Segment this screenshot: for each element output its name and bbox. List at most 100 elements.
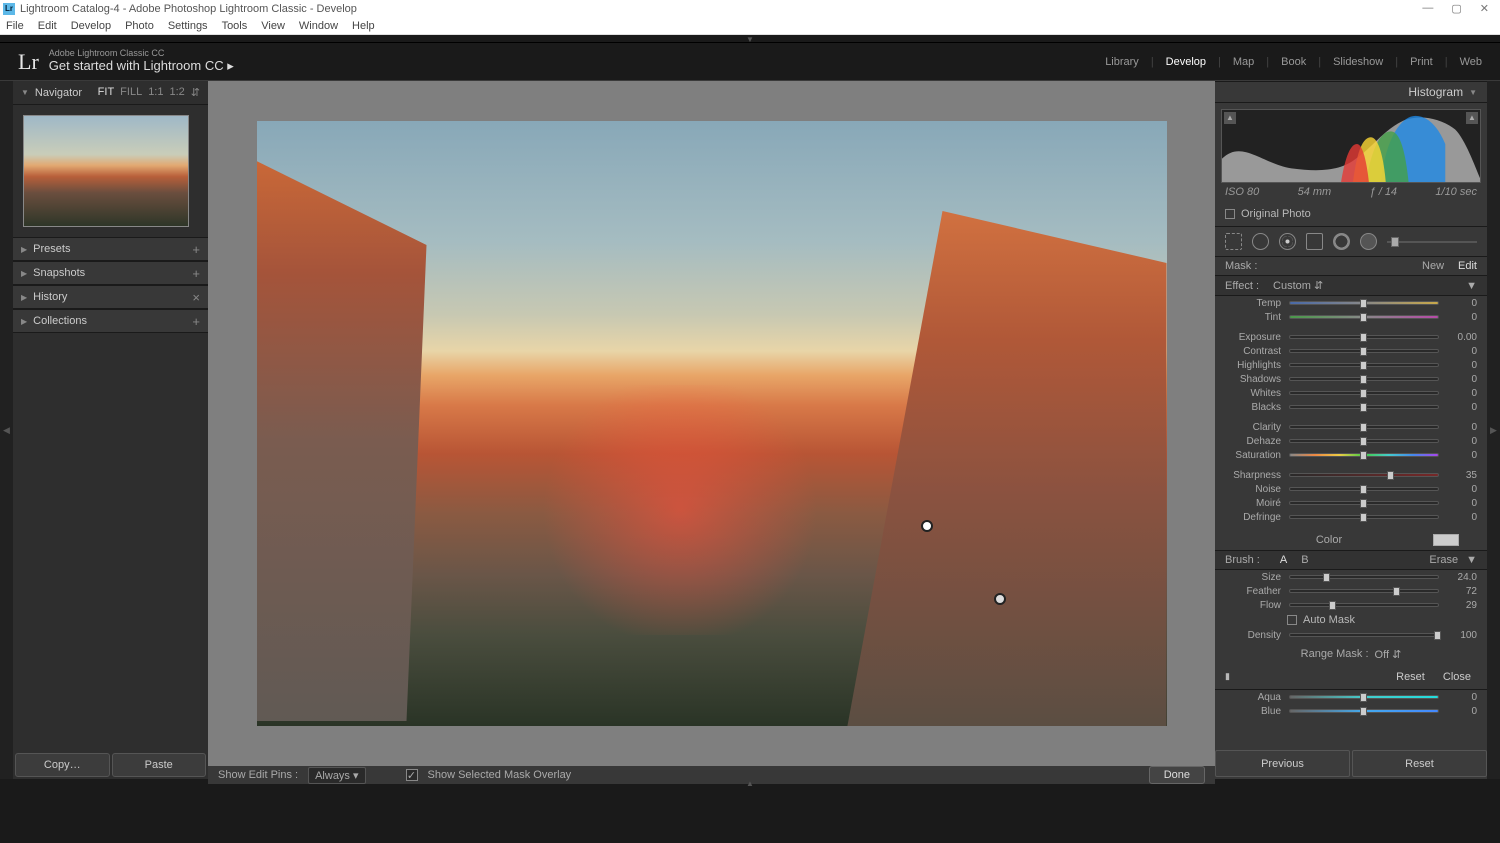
paste-button[interactable]: Paste xyxy=(112,753,207,777)
navigator-header[interactable]: ▼ Navigator FIT FILL 1:1 1:2 ⇵ xyxy=(13,81,208,105)
slider-value[interactable]: 0 xyxy=(1447,388,1477,399)
slider-track[interactable] xyxy=(1289,335,1439,339)
slider-value[interactable]: 35 xyxy=(1447,470,1477,481)
slider-track[interactable] xyxy=(1289,363,1439,367)
panel-snapshots[interactable]: ▶Snapshots+ xyxy=(13,261,208,285)
done-button[interactable]: Done xyxy=(1149,766,1205,784)
slider-track[interactable] xyxy=(1289,709,1439,713)
slider-value[interactable]: 0 xyxy=(1447,346,1477,357)
menu-photo[interactable]: Photo xyxy=(125,20,154,32)
slider-value[interactable]: 0 xyxy=(1447,706,1477,717)
automask-checkbox[interactable] xyxy=(1287,615,1297,625)
slider-value[interactable]: 0 xyxy=(1447,298,1477,309)
overlay-checkbox[interactable]: ✓ xyxy=(406,769,418,781)
panel-presets[interactable]: ▶Presets+ xyxy=(13,237,208,261)
slider-value[interactable]: 0 xyxy=(1447,450,1477,461)
crop-tool-icon[interactable] xyxy=(1225,233,1242,250)
original-toggle[interactable] xyxy=(1225,209,1235,219)
slider-track[interactable] xyxy=(1289,349,1439,353)
slider-value[interactable]: 29 xyxy=(1447,600,1477,611)
reset-button[interactable]: Reset xyxy=(1352,750,1487,777)
slider-value[interactable]: 72 xyxy=(1447,586,1477,597)
panel-history[interactable]: ▶History× xyxy=(13,285,208,309)
panel-action[interactable]: + xyxy=(192,242,200,257)
slider-value[interactable]: 0 xyxy=(1447,498,1477,509)
previous-button[interactable]: Previous xyxy=(1215,750,1350,777)
menu-edit[interactable]: Edit xyxy=(38,20,57,32)
left-panel-toggle[interactable]: ◀ xyxy=(0,81,13,779)
module-map[interactable]: Map xyxy=(1233,56,1254,68)
brush-close[interactable]: Close xyxy=(1437,671,1477,683)
mask-new[interactable]: New xyxy=(1422,260,1444,272)
minimize-button[interactable]: — xyxy=(1422,2,1433,15)
panel-action[interactable]: × xyxy=(192,290,200,305)
slider-value[interactable]: 0 xyxy=(1447,436,1477,447)
slider-value[interactable]: 0 xyxy=(1447,512,1477,523)
nav-fit[interactable]: FIT xyxy=(98,86,115,99)
slider-value[interactable]: 0 xyxy=(1447,374,1477,385)
slider-track[interactable] xyxy=(1289,589,1439,593)
panel-toggle-icon[interactable]: ▼ xyxy=(1466,554,1477,566)
photo-preview[interactable] xyxy=(257,121,1167,726)
slider-track[interactable] xyxy=(1289,473,1439,477)
slider-track[interactable] xyxy=(1289,575,1439,579)
module-slideshow[interactable]: Slideshow xyxy=(1333,56,1383,68)
effect-select[interactable]: Custom ⇵ xyxy=(1273,279,1323,292)
filmstrip-toggle-top[interactable]: ▼ xyxy=(0,35,1500,42)
gradient-tool-icon[interactable] xyxy=(1306,233,1323,250)
brush-tool-icon[interactable] xyxy=(1360,233,1377,250)
slider-track[interactable] xyxy=(1289,487,1439,491)
brush-b[interactable]: B xyxy=(1301,554,1308,566)
panel-action[interactable]: + xyxy=(192,266,200,281)
disclosure-icon[interactable]: ▼ xyxy=(1469,88,1477,97)
menu-settings[interactable]: Settings xyxy=(168,20,208,32)
slider-track[interactable] xyxy=(1289,439,1439,443)
radial-tool-icon[interactable] xyxy=(1333,233,1350,250)
slider-track[interactable] xyxy=(1289,315,1439,319)
slider-value[interactable]: 0.00 xyxy=(1447,332,1477,343)
nav-ratio-picker[interactable]: ⇵ xyxy=(191,86,200,99)
slider-track[interactable] xyxy=(1289,377,1439,381)
slider-value[interactable]: 0 xyxy=(1447,692,1477,703)
shadow-clip-icon[interactable]: ▲ xyxy=(1224,112,1236,124)
mask-edit[interactable]: Edit xyxy=(1458,260,1477,272)
navigator-preview[interactable] xyxy=(13,105,208,237)
slider-track[interactable] xyxy=(1289,501,1439,505)
slider-track[interactable] xyxy=(1289,391,1439,395)
menu-window[interactable]: Window xyxy=(299,20,338,32)
copy-button[interactable]: Copy… xyxy=(15,753,110,777)
slider-track[interactable] xyxy=(1289,405,1439,409)
adjustment-pin[interactable] xyxy=(921,520,933,532)
slider-track[interactable] xyxy=(1289,453,1439,457)
slider-track[interactable] xyxy=(1289,515,1439,519)
slider-track[interactable] xyxy=(1289,425,1439,429)
slider-value[interactable]: 24.0 xyxy=(1447,572,1477,583)
show-pins-select[interactable]: Always ▾ xyxy=(308,767,365,784)
panel-toggle-icon[interactable]: ▼ xyxy=(1466,280,1477,292)
slider-value[interactable]: 0 xyxy=(1447,360,1477,371)
menu-view[interactable]: View xyxy=(261,20,285,32)
highlight-clip-icon[interactable]: ▲ xyxy=(1466,112,1478,124)
module-book[interactable]: Book xyxy=(1281,56,1306,68)
slider-value[interactable]: 0 xyxy=(1447,484,1477,495)
panel-switch-icon[interactable]: ▮ xyxy=(1225,671,1230,683)
nav-fill[interactable]: FILL xyxy=(120,86,142,99)
slider-value[interactable]: 0 xyxy=(1447,312,1477,323)
module-print[interactable]: Print xyxy=(1410,56,1433,68)
slider-value[interactable]: 0 xyxy=(1447,402,1477,413)
spot-tool-icon[interactable] xyxy=(1252,233,1269,250)
module-library[interactable]: Library xyxy=(1105,56,1139,68)
menu-help[interactable]: Help xyxy=(352,20,375,32)
slider-track[interactable] xyxy=(1289,695,1439,699)
module-web[interactable]: Web xyxy=(1460,56,1482,68)
menu-develop[interactable]: Develop xyxy=(71,20,111,32)
nav-1-1[interactable]: 1:1 xyxy=(148,86,163,99)
brush-erase[interactable]: Erase xyxy=(1429,554,1458,566)
adjustment-pin[interactable] xyxy=(994,593,1006,605)
brand-title[interactable]: Get started with Lightroom CC ▸ xyxy=(49,58,234,74)
slider-value[interactable]: 100 xyxy=(1447,630,1477,641)
slider-track[interactable] xyxy=(1289,603,1439,607)
nav-1-2[interactable]: 1:2 xyxy=(169,86,184,99)
menu-file[interactable]: File xyxy=(6,20,24,32)
color-swatch[interactable] xyxy=(1433,534,1459,546)
